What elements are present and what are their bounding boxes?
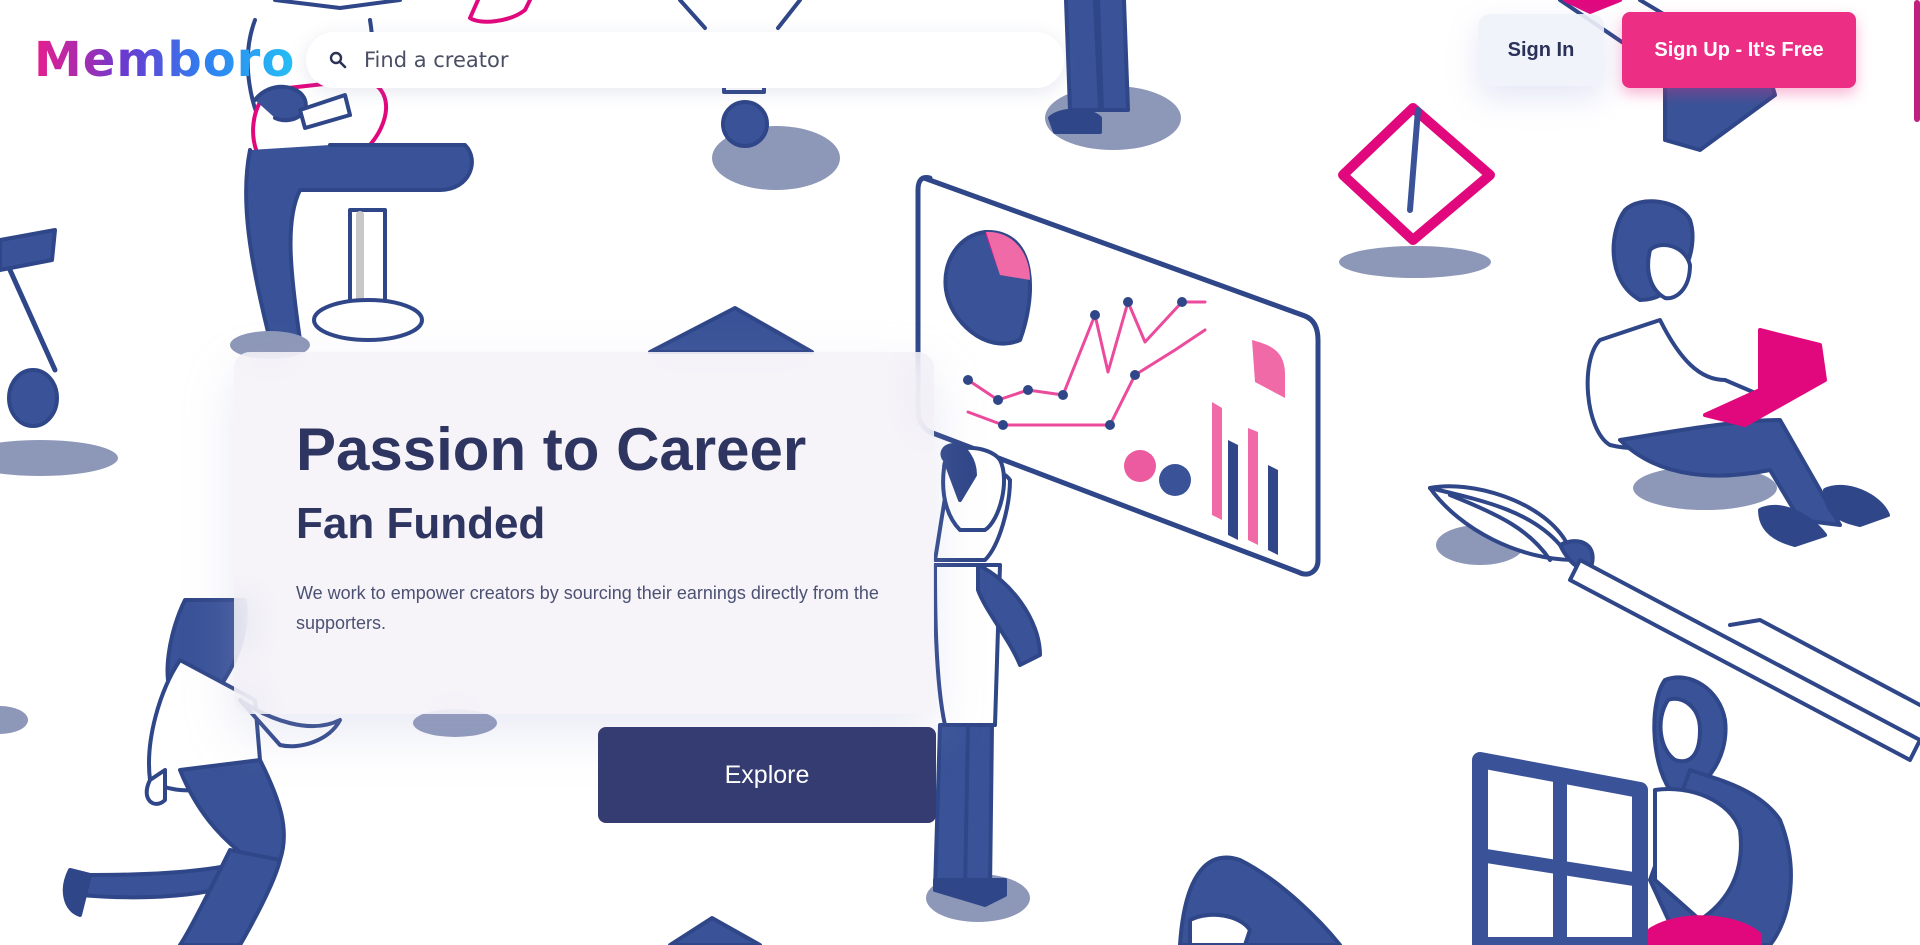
- page-scrollbar[interactable]: [1912, 0, 1920, 945]
- brand-logo[interactable]: Memboro: [34, 36, 295, 84]
- hero-description: We work to empower creators by sourcing …: [296, 583, 879, 633]
- explore-button[interactable]: Explore: [598, 727, 936, 823]
- landing-page: Memboro Sign In Sign Up - It's Free Pass…: [0, 0, 1920, 945]
- search-input[interactable]: [362, 39, 1046, 81]
- hero-title: Passion to Career: [296, 416, 807, 483]
- sign-up-button[interactable]: Sign Up - It's Free: [1622, 12, 1856, 88]
- hero-subtitle: Fan Funded: [296, 499, 546, 548]
- search-icon: [326, 48, 350, 72]
- scrollbar-thumb[interactable]: [1914, 0, 1920, 122]
- sign-in-button[interactable]: Sign In: [1478, 14, 1604, 86]
- search-bar[interactable]: [306, 32, 1064, 88]
